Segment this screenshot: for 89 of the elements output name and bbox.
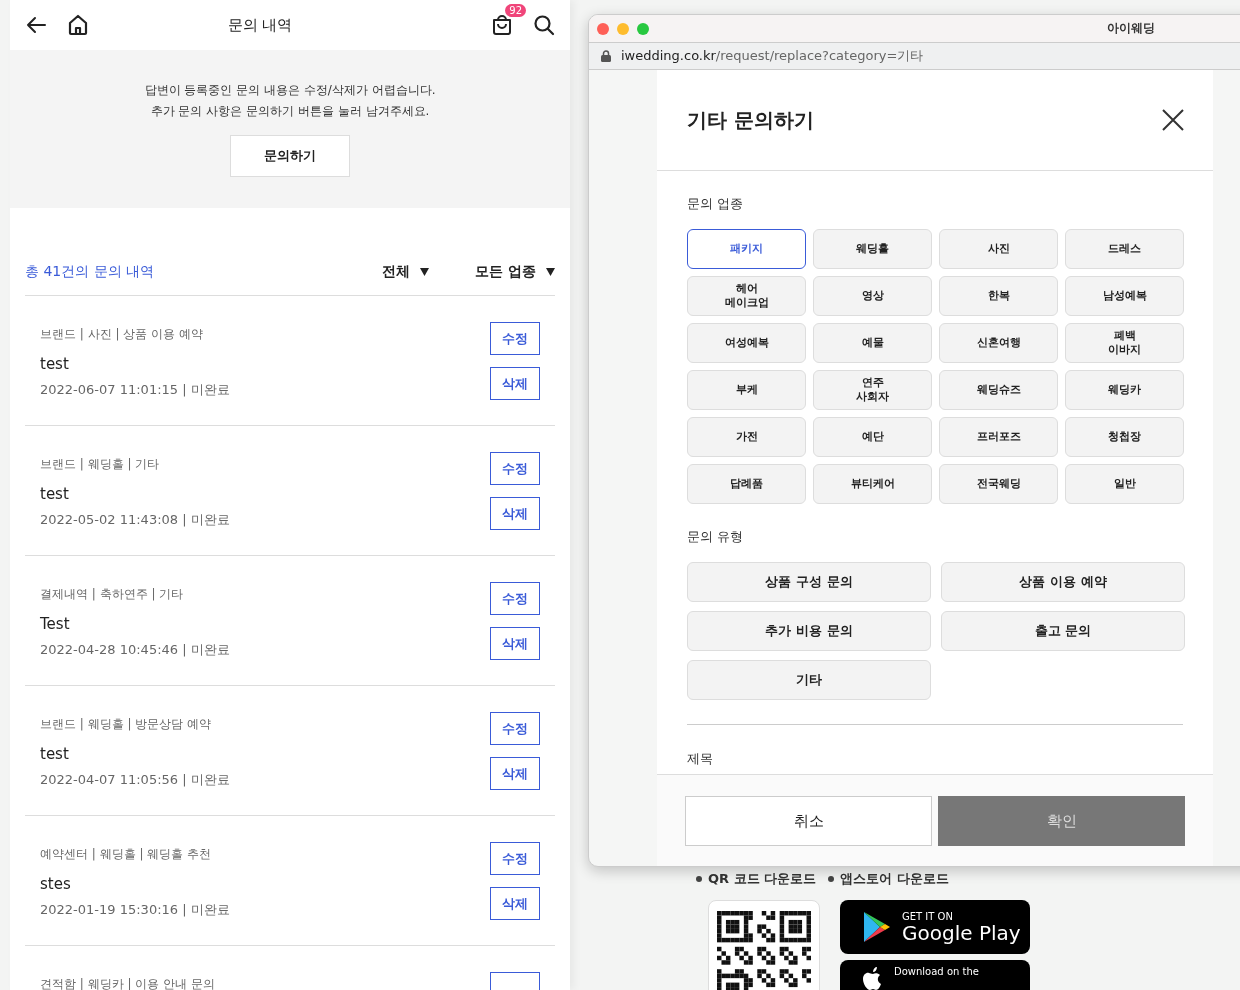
edit-button[interactable]: 수정 [490, 322, 540, 355]
inquiry-title[interactable]: Test [40, 615, 490, 633]
inquiry-date-status: 2022-01-19 15:30:16 | 미완료 [40, 901, 231, 919]
notice-text: 답변이 등록중인 문의 내용은 수정/삭제가 어렵습니다. [144, 82, 436, 99]
bullet-icon [828, 876, 834, 882]
filter-dropdown[interactable]: 전체 [382, 263, 430, 281]
category-option[interactable]: 예단 [813, 417, 932, 457]
filter-dropdown[interactable]: 모든 업종 [475, 263, 555, 281]
edit-button[interactable]: 수정 [490, 452, 540, 485]
category-option[interactable]: 전국웨딩 [939, 464, 1058, 504]
app-store-download-label: 앱스토어 다운로드 [840, 870, 949, 888]
inquiry-category: 예약센터 | 웨딩홀 | 웨딩홀 추천 [40, 846, 213, 863]
window-title: 아이웨딩 [1107, 20, 1155, 37]
edit-button[interactable]: 수정 [490, 582, 540, 615]
type-option[interactable]: 기타 [687, 660, 931, 700]
category-option[interactable]: 뷰티케어 [813, 464, 932, 504]
search-icon[interactable] [532, 13, 556, 37]
category-option[interactable]: 패키지 [687, 229, 806, 269]
type-option[interactable]: 추가 비용 문의 [687, 611, 931, 651]
delete-button[interactable]: 삭제 [490, 627, 540, 660]
inquiry-title[interactable]: stes [40, 875, 490, 893]
caret-icon [420, 268, 430, 276]
delete-button[interactable]: 삭제 [490, 367, 540, 400]
inquiry-category: 브랜드 | 웨딩홀 | 기타 [40, 456, 161, 473]
lock-icon [601, 50, 611, 62]
cancel-button[interactable]: 취소 [685, 796, 932, 846]
page-title: 문의 내역 [226, 15, 294, 35]
app-store-badge[interactable]: Download on the [840, 960, 1030, 990]
delete-button[interactable]: 삭제 [490, 887, 540, 920]
shopping-bag-icon[interactable] [490, 13, 514, 37]
category-option[interactable]: 웨딩홀 [813, 229, 932, 269]
category-option[interactable]: 웨딩슈즈 [939, 370, 1058, 410]
badge-store-name: Google Play [902, 921, 1021, 944]
delete-button[interactable]: 삭제 [490, 497, 540, 530]
inquiry-date-status: 2022-04-07 11:05:56 | 미완료 [40, 771, 231, 789]
type-option[interactable]: 상품 이용 예약 [941, 562, 1185, 602]
category-option[interactable]: 연주 사회자 [813, 370, 932, 410]
badge-caption: Download on the [894, 966, 979, 977]
category-option[interactable]: 헤어 메이크업 [687, 276, 806, 316]
category-option[interactable]: 프러포즈 [939, 417, 1058, 457]
inquiry-date-status: 2022-06-07 11:01:15 | 미완료 [40, 381, 231, 399]
edit-button[interactable]: 수정 [490, 842, 540, 875]
inquiry-count: 총 41건의 문의 내역 [25, 263, 156, 281]
type-option[interactable]: 출고 문의 [941, 611, 1185, 651]
category-option[interactable]: 답례품 [687, 464, 806, 504]
inquiry-date-status: 2022-05-02 11:43:08 | 미완료 [40, 511, 231, 529]
badge-caption: GET IT ON [902, 910, 954, 922]
category-option[interactable]: 가전 [687, 417, 806, 457]
inquiry-date-status: 2022-04-28 10:45:46 | 미완료 [40, 641, 231, 659]
caret-icon [546, 268, 555, 276]
category-option[interactable]: 청첩장 [1065, 417, 1184, 457]
category-option[interactable]: 사진 [939, 229, 1058, 269]
section-label: 문의 유형 [687, 528, 745, 546]
google-play-badge[interactable]: GET IT ON Google Play [840, 900, 1030, 954]
inquire-button[interactable]: 문의하기 [230, 135, 350, 177]
category-option[interactable]: 드레스 [1065, 229, 1184, 269]
category-option[interactable]: 일반 [1065, 464, 1184, 504]
inquiry-title[interactable]: test [40, 355, 490, 373]
qr-download-label: QR 코드 다운로드 [708, 870, 817, 888]
category-option[interactable]: 영상 [813, 276, 932, 316]
category-option[interactable]: 신혼여행 [939, 323, 1058, 363]
bullet-icon [696, 876, 702, 882]
home-icon[interactable] [66, 13, 90, 37]
play-triangle-icon [862, 911, 892, 943]
category-option[interactable]: 한복 [939, 276, 1058, 316]
inquiry-category: 결제내역 | 축하연주 | 기타 [40, 586, 185, 603]
address-bar[interactable]: iwedding.co.kr/request/replace?category=기타 [589, 42, 1240, 70]
inquiry-title[interactable]: test [40, 745, 490, 763]
cart-count-badge: 92 [505, 4, 526, 17]
subject-label: 제목 [687, 750, 714, 768]
category-option[interactable]: 부케 [687, 370, 806, 410]
inquiry-title[interactable]: test [40, 485, 490, 503]
category-option[interactable]: 여성예복 [687, 323, 806, 363]
inquiry-category: 브랜드 | 사진 | 상품 이용 예약 [40, 326, 204, 343]
apple-icon [862, 966, 884, 990]
delete-button[interactable]: 삭제 [490, 757, 540, 790]
close-icon[interactable] [1161, 108, 1185, 132]
url-text: iwedding.co.kr/request/replace?category=기타 [621, 47, 924, 65]
inquiry-category: 브랜드 | 웨딩홀 | 방문상담 예약 [40, 716, 213, 733]
notice-text: 추가 문의 사항은 문의하기 버튼을 눌러 남겨주세요. [150, 103, 430, 120]
category-option[interactable]: 웨딩카 [1065, 370, 1184, 410]
section-label: 문의 업종 [687, 195, 745, 213]
category-option[interactable]: 남성예복 [1065, 276, 1184, 316]
close-window-button[interactable] [597, 22, 609, 35]
category-option[interactable]: 폐백 이바지 [1065, 323, 1184, 363]
category-option[interactable]: 예물 [813, 323, 932, 363]
dialog-title: 기타 문의하기 [687, 106, 814, 134]
type-option[interactable]: 상품 구성 문의 [687, 562, 931, 602]
edit-button[interactable]: 수정 [490, 712, 540, 745]
